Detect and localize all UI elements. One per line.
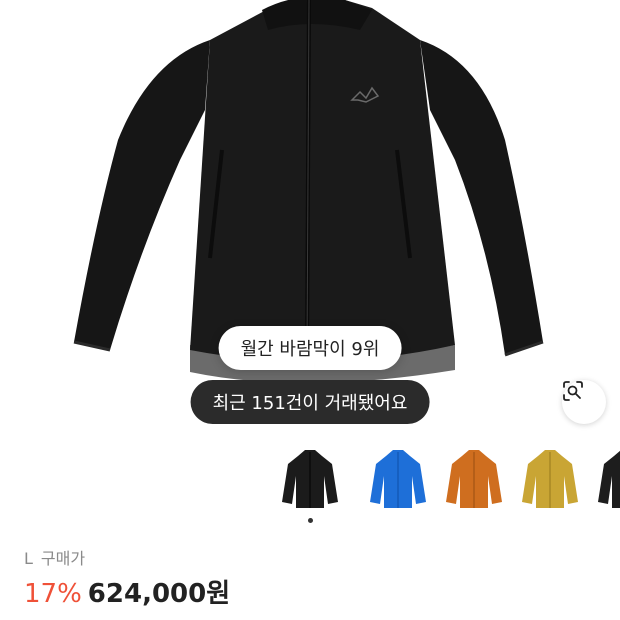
recent-trades-text: 최근 151건이 거래됐어요 [212, 393, 408, 414]
product-main-image[interactable]: 월간 바람막이 9위 최근 151건이 거래됐어요 [0, 0, 620, 440]
jacket-thumbnail-image [282, 450, 338, 508]
thumbnail-blue[interactable] [360, 444, 436, 520]
jacket-thumbnail-image [446, 450, 502, 508]
size-label: L [24, 549, 33, 568]
monthly-rank-badge: 월간 바람막이 9위 [218, 326, 402, 370]
recent-trades-badge: 최근 151건이 거래됐어요 [190, 380, 430, 424]
thumbnail-black[interactable] [272, 444, 348, 520]
thumbnail-yellow[interactable] [512, 444, 588, 520]
price-type-label: 구매가 [40, 549, 86, 568]
jacket-image [73, 0, 544, 384]
jacket-thumbnail-image [370, 450, 426, 508]
thumbnail-orange[interactable] [436, 444, 512, 520]
image-search-button[interactable] [562, 380, 606, 424]
thumbnail-black-2[interactable] [588, 444, 620, 520]
color-thumbnail-list [270, 440, 620, 530]
discount-rate: 17% [24, 579, 82, 609]
monthly-rank-text: 월간 바람막이 9위 [240, 339, 380, 360]
price-line: 17% 624,000원 [24, 578, 230, 610]
price-value: 624,000원 [87, 579, 231, 609]
selected-thumbnail-indicator [308, 518, 313, 523]
jacket-thumbnail-image [598, 450, 620, 508]
price-section: L 구매가 17% 624,000원 [24, 548, 230, 610]
jacket-thumbnail-image [522, 450, 578, 508]
image-search-icon [563, 381, 583, 401]
size-price-label: L 구매가 [24, 548, 230, 570]
